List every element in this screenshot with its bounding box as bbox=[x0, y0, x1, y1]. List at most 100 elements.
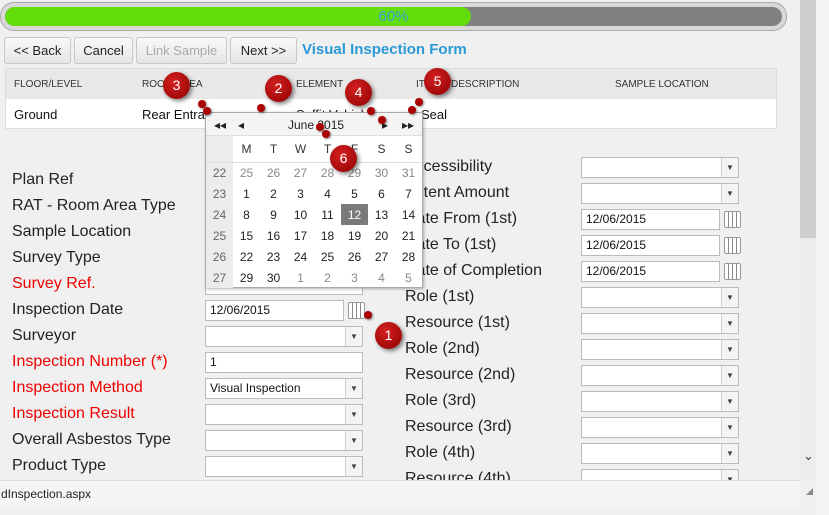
calendar-day[interactable]: 1 bbox=[233, 183, 260, 204]
chevron-down-icon[interactable]: ▼ bbox=[721, 184, 738, 203]
calendar-day[interactable]: 2 bbox=[314, 267, 341, 288]
calendar-day-selected[interactable]: 12 bbox=[341, 204, 368, 225]
cancel-button[interactable]: Cancel bbox=[74, 37, 133, 64]
calendar-day[interactable]: 21 bbox=[395, 225, 422, 246]
calendar-day[interactable]: 5 bbox=[341, 183, 368, 204]
field-label-overall-asbestos-type: Overall Asbestos Type bbox=[12, 431, 171, 448]
calendar-day[interactable]: 1 bbox=[287, 267, 314, 288]
product-type-select[interactable]: ▼ bbox=[205, 456, 363, 477]
date-of-completion-value: 12/06/2015 bbox=[586, 264, 647, 278]
scrollbar-thumb[interactable] bbox=[800, 0, 816, 238]
scroll-down-icon[interactable]: ⌄ bbox=[803, 448, 814, 464]
resource-3rd-select[interactable]: ▼ bbox=[581, 417, 739, 438]
inspection-method-select[interactable]: Visual Inspection ▼ bbox=[205, 378, 363, 399]
field-label-plan-ref: Plan Ref bbox=[12, 171, 74, 188]
calendar-day[interactable]: 20 bbox=[368, 225, 395, 246]
calendar-day[interactable]: 28 bbox=[395, 246, 422, 267]
calendar-day[interactable]: 24 bbox=[287, 246, 314, 267]
chevron-down-icon[interactable]: ▼ bbox=[345, 457, 362, 476]
chevron-down-icon[interactable]: ▼ bbox=[345, 327, 362, 346]
resize-grip-icon[interactable] bbox=[806, 488, 813, 495]
calendar-day[interactable]: 27 bbox=[368, 246, 395, 267]
prev-year-button[interactable]: ◂◂ bbox=[214, 118, 226, 132]
calendar-day[interactable]: 10 bbox=[287, 204, 314, 225]
calendar-day[interactable]: 9 bbox=[260, 204, 287, 225]
field-label-resource-2nd: Resource (2nd) bbox=[405, 366, 516, 383]
inspection-number-input[interactable]: 1 bbox=[205, 352, 363, 373]
calendar-day[interactable]: 13 bbox=[368, 204, 395, 225]
calendar-day[interactable]: 4 bbox=[368, 267, 395, 288]
role-3rd-select[interactable]: ▼ bbox=[581, 391, 739, 412]
calendar-day[interactable]: 19 bbox=[341, 225, 368, 246]
calendar-day[interactable]: 16 bbox=[260, 225, 287, 246]
next-button[interactable]: Next >> bbox=[230, 37, 297, 64]
chevron-down-icon[interactable]: ▼ bbox=[721, 288, 738, 307]
date-of-completion-input[interactable]: 12/06/2015 bbox=[581, 261, 720, 282]
calendar-day[interactable]: 30 bbox=[368, 162, 395, 183]
prev-month-button[interactable]: ◂ bbox=[238, 118, 244, 132]
date-from-1st-input[interactable]: 12/06/2015 bbox=[581, 209, 720, 230]
calendar-day[interactable]: 30 bbox=[260, 267, 287, 288]
calendar-day[interactable]: 31 bbox=[395, 162, 422, 183]
chevron-down-icon[interactable]: ▼ bbox=[721, 392, 738, 411]
field-label-role-2nd: Role (2nd) bbox=[405, 340, 480, 357]
calendar-day[interactable]: 25 bbox=[314, 246, 341, 267]
callout-pointer-dot bbox=[364, 311, 372, 319]
calendar-day[interactable]: 18 bbox=[314, 225, 341, 246]
calendar-day[interactable]: 3 bbox=[287, 183, 314, 204]
link-sample-button[interactable]: Link Sample bbox=[136, 37, 227, 64]
calendar-icon[interactable] bbox=[724, 263, 741, 280]
calendar-day[interactable]: 14 bbox=[395, 204, 422, 225]
extent-amount-select[interactable]: ▼ bbox=[581, 183, 739, 204]
inspection-date-input[interactable]: 12/06/2015 bbox=[205, 300, 344, 321]
calendar-day[interactable]: 26 bbox=[341, 246, 368, 267]
role-4th-select[interactable]: ▼ bbox=[581, 443, 739, 464]
back-button[interactable]: << Back bbox=[4, 37, 71, 64]
callout-marker-4: 4 bbox=[345, 79, 372, 106]
calendar-icon[interactable] bbox=[348, 302, 365, 319]
calendar-day[interactable]: 27 bbox=[287, 162, 314, 183]
status-bar: dInspection.aspx bbox=[0, 480, 800, 507]
calendar-day[interactable]: 15 bbox=[233, 225, 260, 246]
calendar-day[interactable]: 8 bbox=[233, 204, 260, 225]
calendar-day[interactable]: 6 bbox=[368, 183, 395, 204]
chevron-down-icon[interactable]: ▼ bbox=[721, 444, 738, 463]
week-number: 26 bbox=[206, 246, 233, 267]
chevron-down-icon[interactable]: ▼ bbox=[721, 340, 738, 359]
chevron-down-icon[interactable]: ▼ bbox=[721, 314, 738, 333]
resource-2nd-select[interactable]: ▼ bbox=[581, 365, 739, 386]
chevron-down-icon[interactable]: ▼ bbox=[345, 379, 362, 398]
accessibility-select[interactable]: ▼ bbox=[581, 157, 739, 178]
calendar-day[interactable]: 29 bbox=[233, 267, 260, 288]
calendar-day[interactable]: 26 bbox=[260, 162, 287, 183]
calendar-icon[interactable] bbox=[724, 211, 741, 228]
calendar-day[interactable]: 3 bbox=[341, 267, 368, 288]
overall-asbestos-type-select[interactable]: ▼ bbox=[205, 430, 363, 451]
chevron-down-icon[interactable]: ▼ bbox=[721, 366, 738, 385]
chevron-down-icon[interactable]: ▼ bbox=[721, 158, 738, 177]
field-label-role-4th: Role (4th) bbox=[405, 444, 476, 461]
date-to-1st-input[interactable]: 12/06/2015 bbox=[581, 235, 720, 256]
chevron-down-icon[interactable]: ▼ bbox=[345, 405, 362, 424]
calendar-day[interactable]: 2 bbox=[260, 183, 287, 204]
calendar-day[interactable]: 5 bbox=[395, 267, 422, 288]
calendar-day[interactable]: 22 bbox=[233, 246, 260, 267]
calendar-day[interactable]: 11 bbox=[314, 204, 341, 225]
calendar-day[interactable]: 23 bbox=[260, 246, 287, 267]
callout-pointer-dot bbox=[415, 98, 423, 106]
calendar-icon[interactable] bbox=[724, 237, 741, 254]
chevron-down-icon[interactable]: ▼ bbox=[721, 418, 738, 437]
calendar-day[interactable]: 25 bbox=[233, 162, 260, 183]
role-2nd-select[interactable]: ▼ bbox=[581, 339, 739, 360]
next-year-button[interactable]: ▸▸ bbox=[402, 118, 414, 132]
calendar-day[interactable]: 17 bbox=[287, 225, 314, 246]
field-label-surveyor: Surveyor bbox=[12, 327, 77, 344]
calendar-day[interactable]: 4 bbox=[314, 183, 341, 204]
chevron-down-icon[interactable]: ▼ bbox=[345, 431, 362, 450]
inspection-result-select[interactable]: ▼ bbox=[205, 404, 363, 425]
surveyor-select[interactable]: ▼ bbox=[205, 326, 363, 347]
calendar-day[interactable]: 7 bbox=[395, 183, 422, 204]
callout-marker-5: 5 bbox=[424, 68, 451, 95]
role-1st-select[interactable]: ▼ bbox=[581, 287, 739, 308]
resource-1st-select[interactable]: ▼ bbox=[581, 313, 739, 334]
